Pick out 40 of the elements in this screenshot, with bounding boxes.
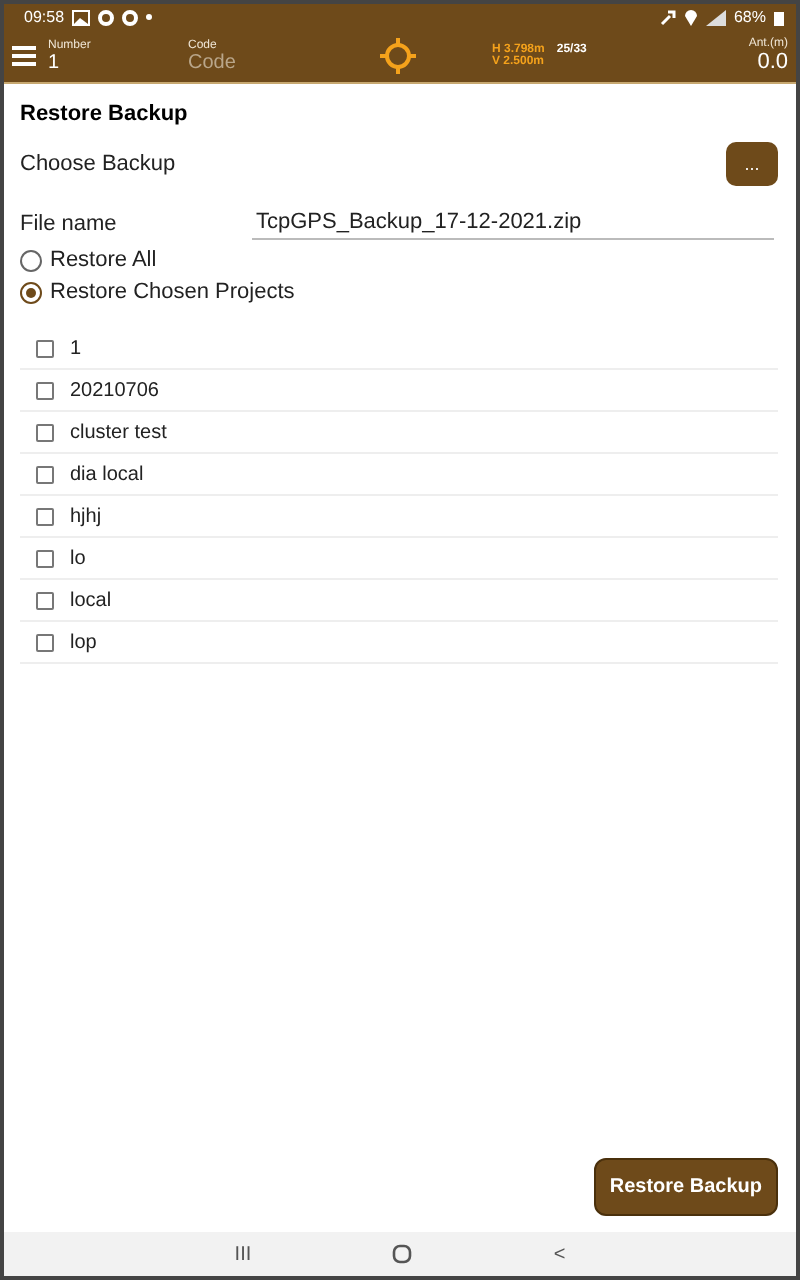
checkbox[interactable] <box>36 423 54 441</box>
project-name: lo <box>70 547 86 569</box>
project-name: dia local <box>70 463 144 485</box>
option-label: Restore Chosen Projects <box>50 280 295 304</box>
menu-icon <box>12 46 36 66</box>
option-label: Restore All <box>50 248 157 272</box>
section-title: Restore Backup <box>20 102 190 126</box>
checkbox[interactable] <box>36 339 54 357</box>
dot-icon <box>146 14 153 20</box>
restore-backup-button[interactable]: Restore Backup <box>593 1158 778 1216</box>
project-name: 20210706 <box>70 379 159 401</box>
browse-button[interactable]: ... <box>726 142 778 186</box>
clock-time: 09:58 <box>24 8 65 26</box>
radio-button[interactable] <box>20 249 42 271</box>
checkbox[interactable] <box>36 507 54 525</box>
field-label: Choose Backup <box>20 152 176 176</box>
project-name: lop <box>70 631 97 653</box>
checkbox[interactable] <box>36 549 54 567</box>
project-name: cluster test <box>70 421 167 443</box>
location-icon <box>683 8 698 26</box>
checkbox[interactable] <box>36 381 54 399</box>
crosshair-icon <box>380 38 416 74</box>
battery-level: 68% <box>733 8 766 26</box>
point-number: 1 <box>48 51 62 73</box>
input-field[interactable]: TcpGPS_Backup_17-12-2021.zip <box>252 206 774 240</box>
recent-apps-button[interactable]: III <box>234 1243 252 1265</box>
project-name: local <box>70 589 112 611</box>
home-icon[interactable] <box>392 1244 413 1264</box>
checkbox[interactable] <box>36 465 54 483</box>
project-name: 1 <box>70 337 82 359</box>
radio-button[interactable] <box>20 281 42 303</box>
checkbox[interactable] <box>36 591 54 609</box>
antenna-height: 0.0 <box>757 50 788 74</box>
checkbox[interactable] <box>36 633 54 651</box>
battery-icon <box>774 9 784 25</box>
back-button[interactable]: < <box>553 1243 566 1265</box>
image-icon <box>72 9 91 25</box>
field-label: File name <box>20 211 119 235</box>
project-name: hjhj <box>70 505 102 527</box>
signal-icon <box>705 9 726 25</box>
